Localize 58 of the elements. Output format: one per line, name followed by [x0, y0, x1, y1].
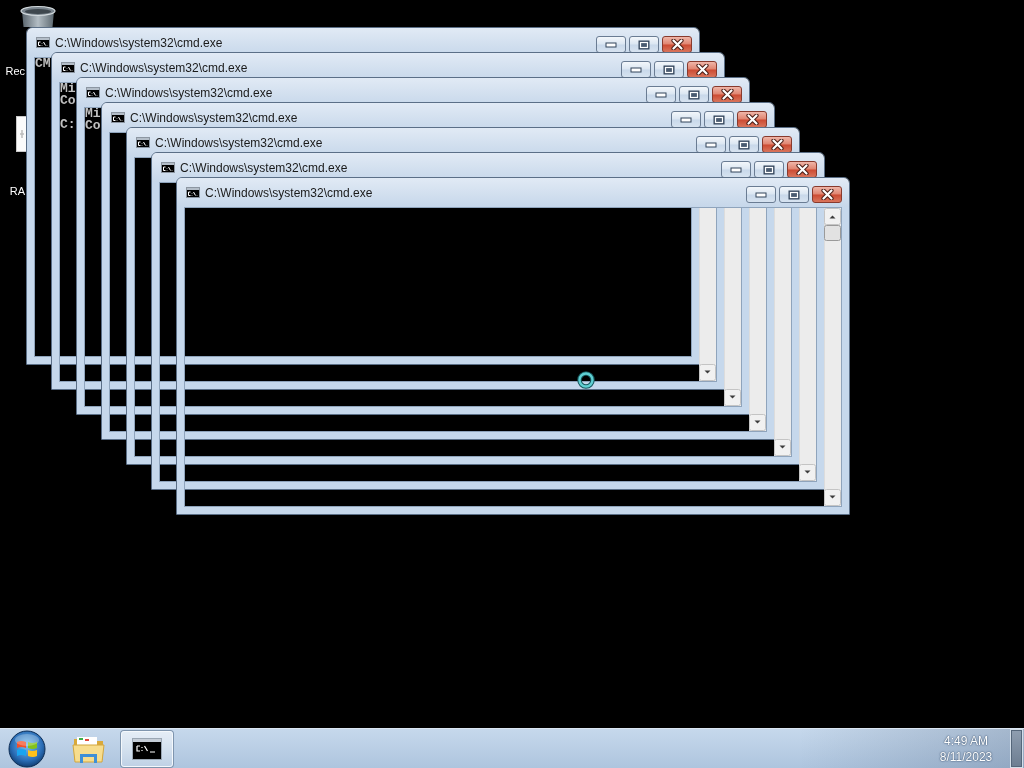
busy-cursor-icon	[577, 371, 595, 389]
desktop-icon-label[interactable]: RA	[9, 185, 25, 197]
taskbar-button[interactable]	[121, 730, 173, 767]
console-icon	[136, 137, 150, 148]
scrollbar[interactable]	[824, 208, 841, 506]
minimize-icon	[605, 41, 617, 48]
console-text: Mi	[60, 83, 76, 95]
minimize-icon	[705, 141, 717, 148]
minimize-icon	[630, 66, 642, 73]
console-icon	[61, 62, 75, 73]
window-title: C:\Windows\system32\cmd.exe	[80, 60, 248, 75]
close-icon	[720, 89, 734, 100]
minimize-icon	[655, 91, 667, 98]
close-icon	[745, 114, 759, 125]
console-text: Co	[85, 120, 101, 132]
scrollbar[interactable]	[724, 207, 741, 406]
console-icon	[111, 112, 125, 123]
console-icon	[86, 87, 100, 98]
scrollbar[interactable]	[749, 207, 766, 431]
desktop-icon-label[interactable]: Rec	[5, 65, 25, 77]
recycle-bin-icon[interactable]	[19, 5, 57, 27]
minimize-icon	[755, 191, 767, 198]
console-icon	[36, 37, 50, 48]
minimize-button[interactable]	[746, 186, 776, 203]
window-title: C:\Windows\system32\cmd.exe	[130, 110, 298, 125]
scrollbar[interactable]	[699, 207, 716, 381]
maximize-button[interactable]	[779, 186, 809, 203]
window-title: C:\Windows\system32\cmd.exe	[155, 135, 323, 150]
console-text: CM	[35, 58, 51, 70]
close-icon	[670, 39, 684, 50]
maximize-icon	[638, 39, 650, 50]
console-text: Mi	[85, 108, 101, 120]
close-icon	[770, 139, 784, 150]
close-icon	[695, 64, 709, 75]
maximize-icon	[688, 89, 700, 100]
maximize-icon	[713, 114, 725, 125]
maximize-icon	[663, 64, 675, 75]
maximize-icon	[788, 189, 800, 200]
show-desktop-button[interactable]	[1010, 729, 1023, 768]
close-button[interactable]	[812, 186, 842, 203]
console-icon	[161, 162, 175, 173]
close-icon	[795, 164, 809, 175]
console-text: Co	[60, 95, 76, 107]
console-icon	[186, 187, 200, 198]
window-title: C:\Windows\system32\cmd.exe	[180, 160, 348, 175]
window-title: C:\Windows\system32\cmd.exe	[55, 35, 223, 50]
close-icon	[820, 189, 834, 200]
minimize-icon	[680, 116, 692, 123]
console-text: C:	[60, 119, 76, 131]
maximize-icon	[763, 164, 775, 175]
scrollbar[interactable]	[774, 207, 791, 456]
scrollbar[interactable]	[799, 207, 816, 481]
maximize-icon	[738, 139, 750, 150]
window-title: C:\Windows\system32\cmd.exe	[205, 185, 373, 200]
window-title: C:\Windows\system32\cmd.exe	[105, 85, 273, 100]
console-icon	[132, 737, 162, 760]
minimize-icon	[730, 166, 742, 173]
start-orb-icon[interactable]	[8, 729, 46, 768]
